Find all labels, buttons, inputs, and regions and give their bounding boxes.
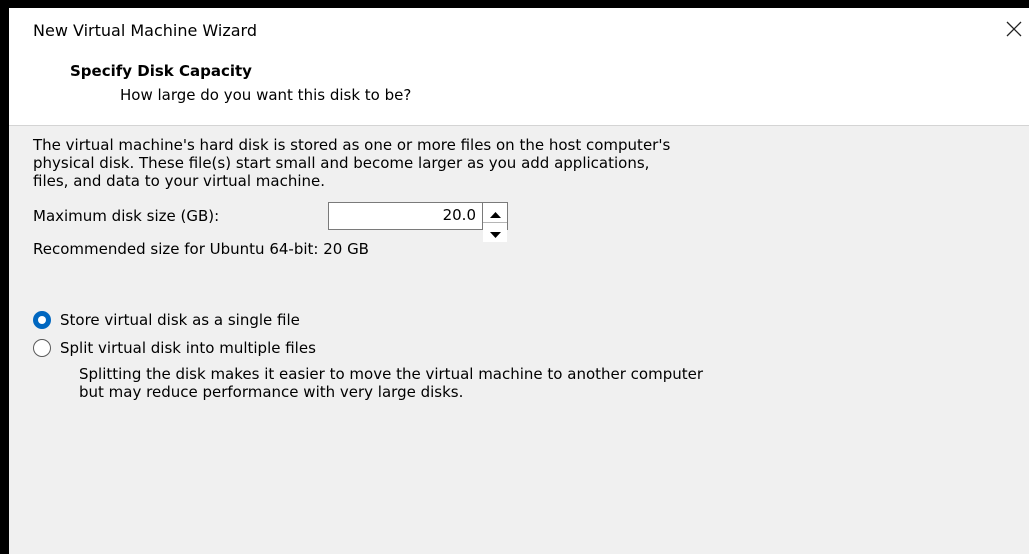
radio-split-files-label: Split virtual disk into multiple files xyxy=(60,339,316,357)
radio-button-checked[interactable] xyxy=(33,311,51,329)
radio-button-unchecked[interactable] xyxy=(33,339,51,357)
window-title: New Virtual Machine Wizard xyxy=(33,21,257,40)
header-panel: Specify Disk Capacity How large do you w… xyxy=(9,52,1029,126)
disk-description: The virtual machine's hard disk is store… xyxy=(33,136,1008,190)
title-bar: New Virtual Machine Wizard xyxy=(9,8,1029,52)
recommended-size-text: Recommended size for Ubuntu 64-bit: 20 G… xyxy=(33,240,369,258)
disk-size-input[interactable] xyxy=(328,202,482,230)
wizard-window: New Virtual Machine Wizard Specify Disk … xyxy=(9,8,1029,554)
description-line: files, and data to your virtual machine. xyxy=(33,172,326,190)
description-line: The virtual machine's hard disk is store… xyxy=(33,136,671,154)
split-help-text: Splitting the disk makes it easier to mo… xyxy=(79,365,1024,401)
close-icon xyxy=(1006,21,1022,41)
close-button[interactable] xyxy=(999,14,1029,48)
radio-single-file[interactable]: Store virtual disk as a single file xyxy=(33,310,300,330)
chevron-up-icon xyxy=(489,203,501,222)
radio-single-file-label: Store virtual disk as a single file xyxy=(60,311,300,329)
spin-up-button[interactable] xyxy=(483,203,507,222)
page-subtitle: How large do you want this disk to be? xyxy=(120,86,412,104)
page-title: Specify Disk Capacity xyxy=(70,62,252,80)
disk-size-label: Maximum disk size (GB): xyxy=(33,207,220,225)
radio-split-files[interactable]: Split virtual disk into multiple files xyxy=(33,338,316,358)
chevron-down-icon xyxy=(489,223,501,242)
help-line: Splitting the disk makes it easier to mo… xyxy=(79,365,704,383)
disk-size-stepper xyxy=(482,202,508,242)
help-line: but may reduce performance with very lar… xyxy=(79,383,464,401)
spin-down-button[interactable] xyxy=(483,222,507,242)
description-line: physical disk. These file(s) start small… xyxy=(33,154,650,172)
